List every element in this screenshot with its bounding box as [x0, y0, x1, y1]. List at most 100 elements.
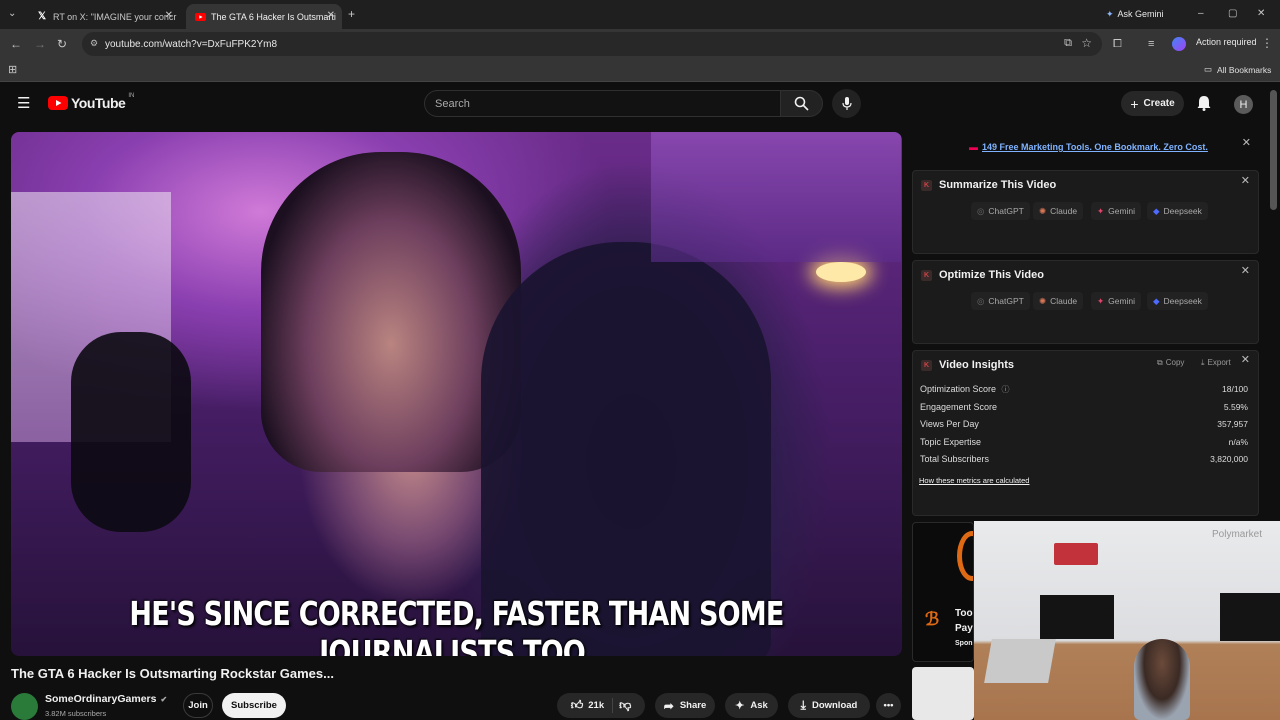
close-promo-icon[interactable]: ✕ [1242, 136, 1251, 149]
like-dislike-group: 👍︎ 21k 👎︎ [557, 693, 645, 718]
promo-link[interactable]: ▬ 149 Free Marketing Tools. One Bookmark… [969, 142, 1208, 152]
webcam-monitor-left [1040, 595, 1114, 639]
close-optimize-icon[interactable]: ✕ [1241, 264, 1250, 277]
metric-label: Views Per Day [920, 419, 979, 429]
address-bar[interactable]: ⚙ youtube.com/watch?v=DxFuFPK2Ym8 ⧉ ☆ [82, 32, 1102, 56]
reading-list-icon[interactable]: ≡ [1148, 37, 1154, 51]
chatgpt-label: ChatGPT [988, 206, 1024, 216]
search-input[interactable]: Search [424, 90, 781, 117]
page-scrollbar[interactable] [1270, 90, 1277, 210]
gemini-icon: ✦ [1097, 295, 1105, 306]
optimize-chatgpt-button[interactable]: ◎ ChatGPT [971, 292, 1030, 310]
tab-title: RT on X: "IMAGINE your concr [53, 11, 177, 22]
join-label: Join [188, 700, 208, 711]
info-icon[interactable]: ⓘ [1002, 385, 1010, 394]
sponsored-ad-card[interactable]: ℬ Too Pay Spon [912, 522, 974, 662]
close-tab-icon[interactable]: ✕ [165, 10, 173, 21]
dislike-button[interactable]: 👎︎ [619, 698, 631, 713]
close-insights-icon[interactable]: ✕ [1241, 353, 1250, 366]
channel-name-text: SomeOrdinaryGamers [45, 693, 157, 705]
copy-button[interactable]: ⧉ Copy [1157, 358, 1184, 368]
webcam-monitor-right [1220, 593, 1280, 641]
close-window-icon[interactable]: ✕ [1257, 7, 1265, 21]
voice-search-button[interactable] [832, 89, 861, 118]
like-button[interactable]: 👍︎ 21k [571, 698, 614, 713]
back-icon[interactable]: ← [10, 37, 22, 51]
forward-icon[interactable]: → [34, 37, 46, 51]
insights-title: Video Insights [939, 359, 1014, 371]
summarize-gemini-button[interactable]: ✦ Gemini [1091, 202, 1142, 220]
optimize-card: K Optimize This Video ✕ ◎ ChatGPT ✺ Claude… [912, 260, 1259, 344]
export-button[interactable]: ⤓ Export [1201, 358, 1231, 368]
download-button[interactable]: ⤓ Download [788, 693, 870, 718]
channel-avatar[interactable] [11, 693, 38, 720]
notifications-button[interactable] [1197, 95, 1211, 116]
more-actions-button[interactable]: ••• [876, 693, 901, 718]
share-button[interactable]: ➦ Share [655, 693, 715, 718]
apps-grid-icon[interactable]: ⊞ [8, 63, 17, 77]
channel-name[interactable]: SomeOrdinaryGamers ✔ [45, 693, 167, 705]
all-bookmarks-button[interactable]: ▭ All Bookmarks [1204, 64, 1271, 75]
join-button[interactable]: Join [183, 693, 213, 718]
toolbox-icon: ▬ [969, 142, 978, 152]
summarize-deepseek-button[interactable]: ◆ Deepseek [1147, 202, 1208, 220]
webcam-laptop [984, 639, 1056, 683]
optimize-deepseek-button[interactable]: ◆ Deepseek [1147, 292, 1208, 310]
youtube-favicon-icon [194, 11, 206, 23]
gemini-label: Gemini [1108, 206, 1136, 216]
minimize-icon[interactable]: – [1198, 7, 1204, 21]
action-required-button[interactable]: Action required [1196, 37, 1257, 47]
ask-button[interactable]: ✦ Ask [725, 693, 778, 718]
metric-label: Optimization Score [920, 384, 997, 394]
webcam-overlay: Polymarket [974, 521, 1280, 720]
tab-x-post[interactable]: 𝕏 RT on X: "IMAGINE your concr ✕ [28, 4, 180, 29]
video-insights-card: K Video Insights ⧉ Copy ⤓ Export ✕ Optimiz… [912, 350, 1259, 516]
guide-menu-icon[interactable]: ☰ [17, 94, 30, 112]
next-recommendation-thumbnail[interactable] [912, 667, 974, 720]
more-horizontal-icon: ••• [883, 700, 894, 711]
extensions-icon[interactable]: ⧠ [1113, 37, 1122, 51]
maximize-icon[interactable]: ▢ [1228, 7, 1237, 21]
optimize-claude-button[interactable]: ✺ Claude [1033, 292, 1084, 310]
create-label: Create [1143, 98, 1175, 109]
chatgpt-icon: ◎ [977, 205, 985, 216]
tab-search-icon[interactable]: ⌄ [8, 7, 16, 21]
site-info-icon[interactable]: ⚙ [90, 38, 98, 49]
install-app-icon[interactable]: ⧉ [1064, 37, 1072, 50]
video-scene-microphone [71, 332, 191, 532]
copy-icon: ⧉ [1157, 358, 1163, 367]
search-button[interactable] [780, 90, 823, 117]
video-player[interactable]: HE'S SINCE CORRECTED, FASTER THAN SOME J… [11, 132, 902, 656]
account-avatar[interactable]: H [1234, 95, 1253, 114]
promo-text: 149 Free Marketing Tools. One Bookmark. … [982, 142, 1208, 152]
subscribe-button[interactable]: Subscribe [222, 693, 286, 718]
webcam-person [1134, 639, 1190, 720]
metrics-help-link[interactable]: How these metrics are calculated [919, 476, 1029, 485]
share-label: Share [679, 700, 707, 711]
profile-icon[interactable] [1172, 37, 1186, 51]
optimize-gemini-button[interactable]: ✦ Gemini [1091, 292, 1142, 310]
metric-value: n/a% [1228, 437, 1248, 447]
summarize-chatgpt-button[interactable]: ◎ ChatGPT [971, 202, 1030, 220]
close-tab-icon[interactable]: ✕ [327, 10, 335, 21]
youtube-logo-icon [48, 96, 68, 110]
search-placeholder: Search [435, 97, 470, 110]
close-summarize-icon[interactable]: ✕ [1241, 174, 1250, 187]
chatgpt-icon: ◎ [977, 295, 985, 306]
youtube-logo[interactable]: YouTube IN [48, 93, 134, 111]
reload-icon[interactable]: ↻ [57, 37, 67, 51]
watermark-brand: Polymarket [1212, 529, 1263, 540]
metric-value: 3,820,000 [1210, 454, 1248, 464]
deepseek-label: Deepseek [1163, 206, 1202, 216]
bookmark-star-icon[interactable]: ☆ [1081, 36, 1092, 50]
create-button[interactable]: + Create [1121, 91, 1184, 116]
summarize-claude-button[interactable]: ✺ Claude [1033, 202, 1084, 220]
browser-menu-icon[interactable]: ⋮ [1261, 36, 1273, 50]
ask-gemini-button[interactable]: ✦ Ask Gemini [1106, 6, 1164, 22]
chatgpt-label: ChatGPT [988, 296, 1024, 306]
tab-youtube-video[interactable]: The GTA 6 Hacker Is Outsmarti ✕ [186, 4, 342, 29]
copy-label: Copy [1165, 358, 1185, 367]
ask-gemini-label: Ask Gemini [1117, 9, 1164, 19]
new-tab-icon[interactable]: + [348, 7, 355, 21]
metric-row: Total Subscribers 3,820,000 [920, 454, 1248, 464]
